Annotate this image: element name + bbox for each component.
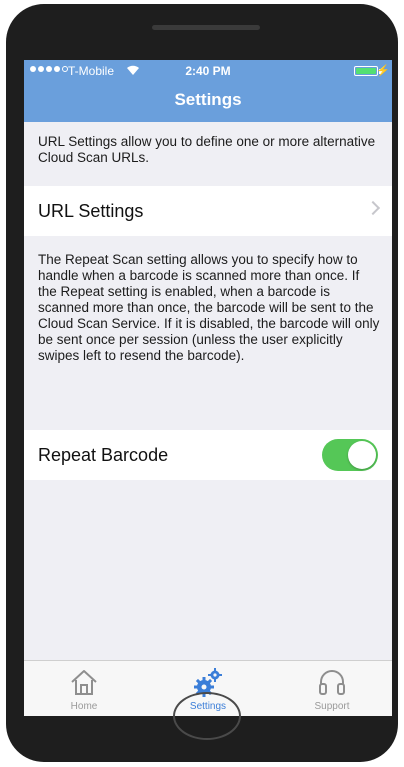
page-title: Settings	[174, 90, 242, 109]
battery-icon	[354, 66, 378, 76]
tab-support-label: Support	[314, 701, 350, 712]
status-time: 2:40 PM	[185, 64, 231, 78]
url-settings-label: URL Settings	[38, 200, 144, 221]
toggle-knob	[348, 441, 376, 469]
headset-icon	[319, 670, 345, 695]
status-bar: T-Mobile 2:40 PM ⚡	[24, 60, 392, 82]
tab-home[interactable]: Home	[24, 661, 144, 716]
repeat-barcode-row: Repeat Barcode	[24, 430, 392, 480]
charging-icon: ⚡	[376, 65, 390, 77]
home-button[interactable]	[173, 692, 241, 740]
repeat-barcode-toggle[interactable]	[322, 439, 378, 471]
speaker-grille	[152, 25, 260, 30]
chevron-right-icon	[365, 200, 381, 216]
repeat-scan-description: The Repeat Scan setting allows you to sp…	[38, 252, 380, 363]
screen: T-Mobile 2:40 PM ⚡ Settings URL Settings…	[24, 60, 392, 716]
repeat-barcode-label: Repeat Barcode	[38, 444, 169, 465]
url-settings-row[interactable]: URL Settings	[24, 186, 392, 236]
phone-frame: T-Mobile 2:40 PM ⚡ Settings URL Settings…	[6, 4, 398, 762]
tab-home-label: Home	[70, 701, 98, 712]
tab-support[interactable]: Support	[272, 661, 392, 716]
home-icon	[71, 670, 97, 695]
url-settings-description: URL Settings allow you to define one or …	[38, 134, 376, 165]
top-bar: T-Mobile 2:40 PM ⚡ Settings	[24, 60, 392, 122]
